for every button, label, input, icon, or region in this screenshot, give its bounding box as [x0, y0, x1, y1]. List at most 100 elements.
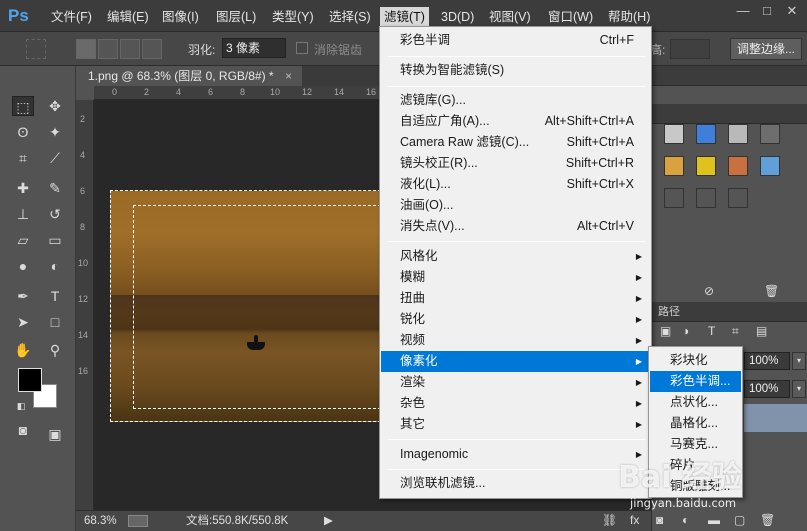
fill-dropdown-icon[interactable]: ▾: [792, 380, 806, 398]
style-swatch[interactable]: [696, 188, 716, 208]
marquee-preset-icon[interactable]: [26, 39, 46, 59]
antialias-checkbox[interactable]: [296, 42, 308, 54]
menu-item-other[interactable]: 其它 ▶: [381, 414, 650, 435]
menu-select[interactable]: 选择(S): [325, 7, 375, 27]
menu-help[interactable]: 帮助(H): [604, 7, 654, 27]
submenu-item-color-halftone[interactable]: 彩色半调...: [650, 371, 741, 392]
subtract-selection-icon[interactable]: [120, 39, 140, 59]
image-filter-icon[interactable]: ▣: [660, 324, 671, 338]
menu-item-blur[interactable]: 模糊 ▶: [381, 267, 650, 288]
style-swatch[interactable]: [728, 156, 748, 176]
menu-view[interactable]: 视图(V): [485, 7, 535, 27]
path-selection-tool-icon[interactable]: ➤: [12, 312, 34, 332]
menu-item-camera-raw[interactable]: Camera Raw 滤镜(C)... Shift+Ctrl+A: [381, 132, 650, 153]
dodge-tool-icon[interactable]: ◐: [44, 256, 66, 276]
panel-header[interactable]: [652, 104, 807, 124]
type-filter-icon[interactable]: T: [708, 324, 715, 338]
submenu-item-facet[interactable]: 彩块化: [650, 350, 741, 371]
feather-input[interactable]: 3 像素: [222, 38, 286, 58]
style-swatch[interactable]: [760, 124, 780, 144]
shape-filter-icon[interactable]: ⌗: [732, 324, 739, 339]
smart-object-filter-icon[interactable]: ▤: [756, 324, 767, 338]
style-swatch[interactable]: [760, 156, 780, 176]
rectangular-marquee-tool-icon[interactable]: ⬚: [12, 96, 34, 116]
document-tab[interactable]: 1.png @ 68.3% (图层 0, RGB/8#) * ×: [76, 66, 302, 86]
foreground-color-swatch[interactable]: [18, 368, 42, 392]
opacity-dropdown-icon[interactable]: ▾: [792, 352, 806, 370]
menu-item-video[interactable]: 视频 ▶: [381, 330, 650, 351]
layer-row-selected[interactable]: [744, 404, 807, 432]
magic-wand-tool-icon[interactable]: ✦: [44, 122, 66, 142]
paths-panel-header[interactable]: 路径: [652, 302, 807, 322]
adjustment-filter-icon[interactable]: ◑: [682, 324, 689, 338]
type-tool-icon[interactable]: T: [44, 286, 66, 306]
menu-item-distort[interactable]: 扭曲 ▶: [381, 288, 650, 309]
style-swatch[interactable]: [696, 124, 716, 144]
minimize-button[interactable]: —: [732, 2, 754, 20]
default-colors-icon[interactable]: ◧: [10, 396, 32, 416]
style-swatch[interactable]: [664, 156, 684, 176]
menu-item-liquify[interactable]: 液化(L)... Shift+Ctrl+X: [381, 174, 650, 195]
move-tool-icon[interactable]: ✥: [44, 96, 66, 116]
hand-tool-icon[interactable]: ✋: [12, 340, 34, 360]
eyedropper-tool-icon[interactable]: ⟋: [44, 148, 66, 168]
eraser-tool-icon[interactable]: ▱: [12, 230, 34, 250]
intersect-selection-icon[interactable]: [142, 39, 162, 59]
add-selection-icon[interactable]: [98, 39, 118, 59]
menu-item-sharpen[interactable]: 锐化 ▶: [381, 309, 650, 330]
style-swatch[interactable]: [728, 124, 748, 144]
pen-tool-icon[interactable]: ✒: [12, 286, 34, 306]
status-info-icon[interactable]: [128, 515, 148, 527]
menu-item-lens-correction[interactable]: 镜头校正(R)... Shift+Ctrl+R: [381, 153, 650, 174]
menu-type[interactable]: 类型(Y): [268, 7, 318, 27]
quick-mask-icon[interactable]: ◙: [12, 420, 34, 440]
screen-mode-icon[interactable]: ▣: [44, 424, 66, 444]
rectangle-tool-icon[interactable]: □: [44, 312, 66, 332]
refine-edge-button[interactable]: 调整边缘...: [730, 38, 802, 60]
menu-item-vanishing-point[interactable]: 消失点(V)... Alt+Ctrl+V: [381, 216, 650, 237]
healing-brush-tool-icon[interactable]: ✚: [12, 178, 34, 198]
menu-window[interactable]: 窗口(W): [544, 7, 597, 27]
style-swatch[interactable]: [696, 156, 716, 176]
menu-edit[interactable]: 编辑(E): [103, 7, 153, 27]
height-field[interactable]: [670, 39, 710, 59]
trash-icon[interactable]: 🗑: [764, 284, 779, 298]
lasso-tool-icon[interactable]: ʘ: [12, 122, 34, 142]
menu-item-adaptive-wide-angle[interactable]: 自适应广角(A)... Alt+Shift+Ctrl+A: [381, 111, 650, 132]
blur-tool-icon[interactable]: ●: [12, 256, 34, 276]
menu-file[interactable]: 文件(F): [47, 7, 96, 27]
menu-item-pixelate[interactable]: 像素化 ▶: [381, 351, 650, 372]
maximize-button[interactable]: □: [756, 2, 778, 20]
zoom-level[interactable]: 68.3%: [84, 511, 117, 531]
menu-item-render[interactable]: 渲染 ▶: [381, 372, 650, 393]
menu-item-last-filter[interactable]: 彩色半调 Ctrl+F: [381, 30, 650, 51]
menu-3d[interactable]: 3D(D): [437, 7, 478, 27]
menu-item-oil-paint[interactable]: 油画(O)...: [381, 195, 650, 216]
status-menu-arrow-icon[interactable]: ▶: [324, 511, 333, 531]
style-swatch[interactable]: [664, 188, 684, 208]
menu-item-stylize[interactable]: 风格化 ▶: [381, 246, 650, 267]
crop-tool-icon[interactable]: ⌗: [12, 148, 34, 168]
menu-item-convert-smart-filter[interactable]: 转换为智能滤镜(S): [381, 60, 650, 81]
close-button[interactable]: ✕: [781, 2, 803, 20]
style-swatch[interactable]: [664, 124, 684, 144]
panel-collapse-bar[interactable]: [652, 66, 807, 86]
menu-image[interactable]: 图像(I): [158, 7, 203, 27]
menu-item-noise[interactable]: 杂色 ▶: [381, 393, 650, 414]
sunset-lake-image[interactable]: [110, 190, 396, 422]
history-brush-tool-icon[interactable]: ↺: [44, 204, 66, 224]
clone-stamp-tool-icon[interactable]: ⊥: [12, 204, 34, 224]
fill-field[interactable]: 100%: [744, 380, 790, 398]
delete-style-icon[interactable]: ⊘: [704, 284, 714, 298]
opacity-field[interactable]: 100%: [744, 352, 790, 370]
new-selection-icon[interactable]: [76, 39, 96, 59]
style-swatch[interactable]: [728, 188, 748, 208]
menu-layer[interactable]: 图层(L): [212, 7, 260, 27]
brush-tool-icon[interactable]: ✎: [44, 178, 66, 198]
close-tab-icon[interactable]: ×: [285, 69, 292, 83]
menu-filter[interactable]: 滤镜(T): [380, 7, 429, 27]
submenu-item-crystallize[interactable]: 晶格化...: [650, 413, 741, 434]
submenu-item-pointillize[interactable]: 点状化...: [650, 392, 741, 413]
menu-item-filter-gallery[interactable]: 滤镜库(G)...: [381, 90, 650, 111]
zoom-tool-icon[interactable]: ⚲: [44, 340, 66, 360]
